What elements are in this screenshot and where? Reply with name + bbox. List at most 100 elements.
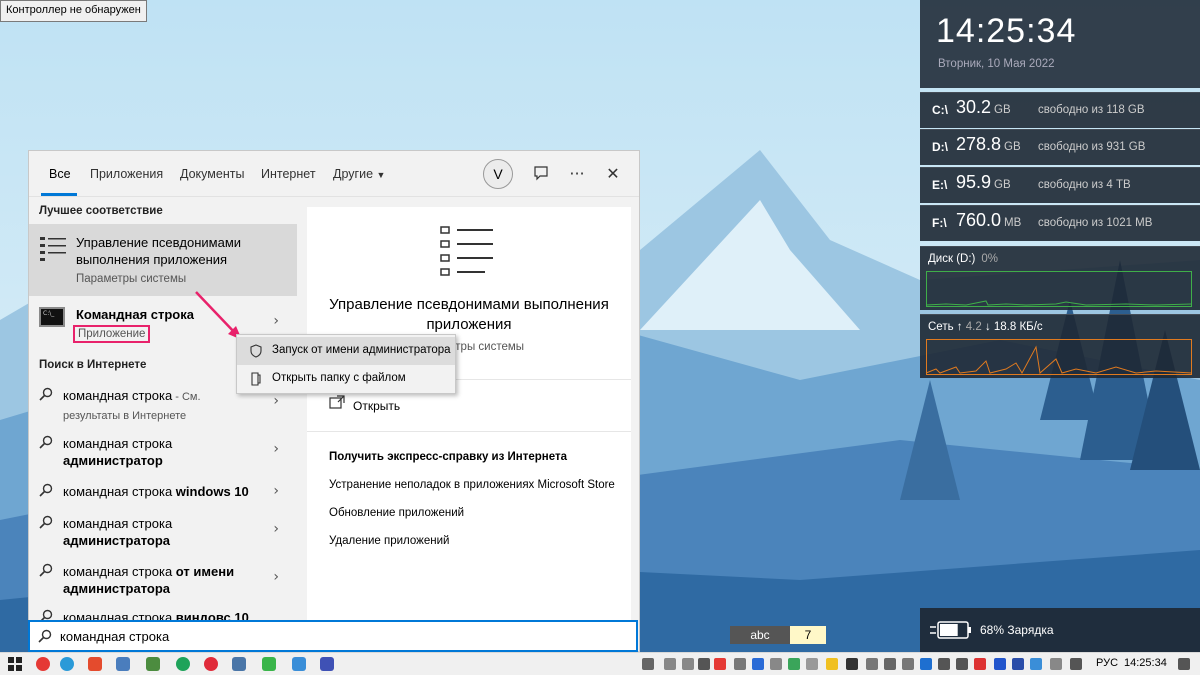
web-result-text: командная строка - См. результаты в Интер… [63,387,263,425]
volume-icon[interactable] [956,658,968,670]
tray-icon[interactable] [826,658,838,670]
network-up: 4.2 [965,321,982,333]
notifications-icon[interactable] [1178,658,1190,670]
results-list: Лучшее соответствие Управление псевдоним… [29,197,297,625]
disk-graph [926,271,1192,307]
tray-icon[interactable] [664,658,676,670]
tray-icon[interactable] [1050,658,1062,670]
help-link[interactable]: Обновление приложений [329,507,464,519]
drive-letter: C:\ [932,103,948,117]
drive-letter: E:\ [932,178,948,192]
web-result-bold: администратора [63,533,171,548]
best-match-item[interactable]: Управление псевдонимами выполнения прило… [29,224,297,296]
taskbar-clock[interactable]: 14:25:34 [1124,657,1167,669]
tray-icon[interactable] [884,658,896,670]
tab-internet[interactable]: Интернет [261,167,316,181]
web-result[interactable]: командная строка от имени администратора… [29,563,297,603]
bluetooth-icon[interactable] [920,658,932,670]
tab-bar: Все Приложения Документы Интернет Другие… [29,151,639,197]
tray-icon[interactable] [642,658,654,670]
tab-all[interactable]: Все [49,167,71,181]
search-icon [39,387,53,401]
app-icon[interactable] [320,657,334,671]
search-icon [39,563,53,577]
language-indicator[interactable]: РУС [1096,657,1118,669]
tray-icon[interactable] [806,658,818,670]
wifi-icon[interactable] [938,658,950,670]
telegram-icon[interactable] [60,657,74,671]
context-menu: Запуск от имени администратора Открыть п… [236,334,456,394]
preview-title: Управление псевдонимами выполнения прило… [329,296,609,333]
list-settings-icon [40,237,66,261]
preview-pane: Управление псевдонимами выполнения прило… [307,207,631,627]
drive-unit: GB [1004,141,1021,153]
web-result-normal: командная строка [63,516,173,531]
tray-icon[interactable] [902,658,914,670]
feedback-icon[interactable] [531,165,551,185]
web-result-normal: командная строка [63,388,173,403]
drive-value: 30.2 GB [956,97,1011,118]
web-result-suffix: - См. [172,391,201,403]
opera-icon[interactable] [36,657,50,671]
arrow-down-icon: ↓ [984,321,991,333]
web-result[interactable]: командная строка администратор › [29,435,297,475]
chevron-right-icon: › [273,483,279,499]
tray-icon[interactable] [770,658,782,670]
app-icon[interactable] [146,657,160,671]
app-icon[interactable] [262,657,276,671]
tray-icon[interactable] [1012,658,1024,670]
help-link[interactable]: Удаление приложений [329,535,449,547]
tray-icon[interactable] [734,658,746,670]
help-link[interactable]: Устранение неполадок в приложениях Micro… [329,479,615,491]
close-icon[interactable]: ✕ [603,165,623,185]
chevron-right-icon[interactable]: › [273,313,279,329]
tray-icon[interactable] [752,658,764,670]
drive-letter: F:\ [932,216,947,230]
web-result[interactable]: командная строка администратора › [29,515,297,555]
input-mode: abc [730,626,790,644]
app-result-title: Командная строка [76,307,194,322]
battery-icon [930,621,971,639]
battery-state: Зарядка [1007,623,1054,637]
run-as-admin-label: Запуск от имени администратора [272,344,451,356]
drive-row: D:\ 278.8 GB свободно из 931 GB [920,129,1200,165]
chevron-right-icon: › [273,393,279,409]
vk-icon[interactable] [232,657,246,671]
app-icon[interactable] [204,657,218,671]
tray-icon[interactable] [866,658,878,670]
web-result-text: командная строка администратор [63,435,263,469]
microphone-icon[interactable] [698,658,710,670]
battery-status: 68% Зарядка [980,623,1054,637]
drive-letter: D:\ [932,140,948,154]
chevron-right-icon: › [273,521,279,537]
avatar[interactable]: V [483,159,513,189]
active-tab-indicator [41,193,77,196]
flag-icon[interactable] [994,658,1006,670]
app-icon[interactable] [88,657,102,671]
dropbox-icon[interactable] [1030,658,1042,670]
tab-apps[interactable]: Приложения [90,167,163,181]
web-result-normal: командная строка [63,564,176,579]
more-options-icon[interactable]: ··· [567,165,587,185]
run-as-admin-item[interactable]: Запуск от имени администратора [237,337,455,365]
tray-icon[interactable] [682,658,694,670]
network-down: 18.8 КБ/с [993,321,1043,333]
web-result-bold: администратор [63,453,163,468]
open-file-location-item[interactable]: Открыть папку с файлом [237,365,455,393]
app-icon[interactable] [116,657,130,671]
tray-icon[interactable] [846,658,858,670]
open-action[interactable]: Открыть [353,399,400,413]
drive-free: свободно из 931 GB [1038,141,1146,153]
search-input[interactable]: командная строка [28,620,638,652]
tab-documents[interactable]: Документы [180,167,244,181]
app-icon[interactable] [292,657,306,671]
drive-value-number: 760.0 [956,210,1002,230]
windows-start-icon[interactable] [8,657,22,671]
tray-icon[interactable] [788,658,800,670]
tray-icon[interactable] [714,658,726,670]
app-icon[interactable] [176,657,190,671]
drive-free: свободно из 4 TB [1038,179,1131,191]
tab-other[interactable]: Другие ▼ [333,167,385,181]
tray-icon[interactable] [974,658,986,670]
keyboard-icon[interactable] [1070,658,1082,670]
